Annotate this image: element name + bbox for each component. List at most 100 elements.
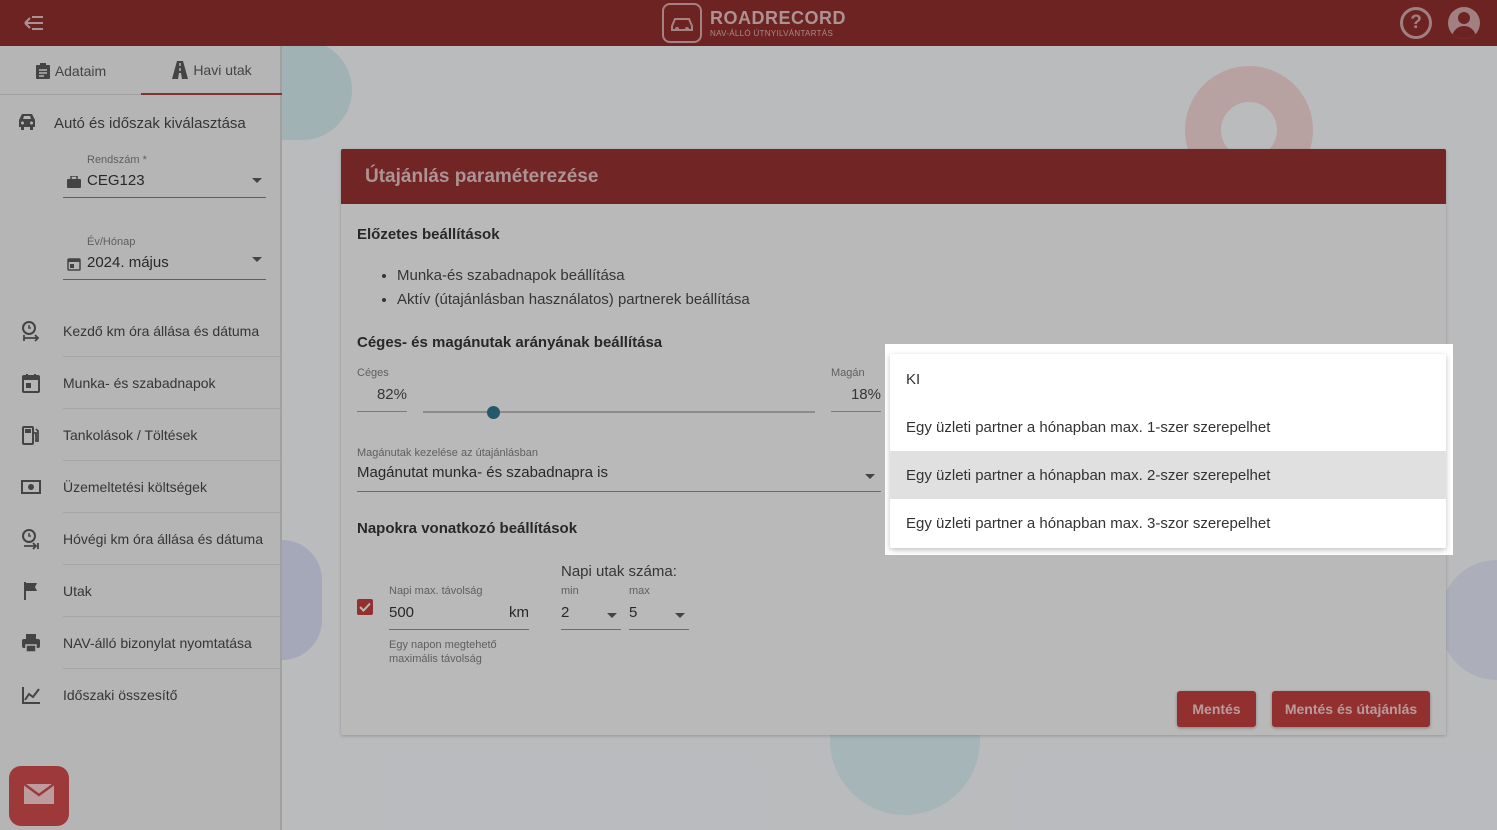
partner-limit-menu: KI Egy üzleti partner a hónapban max. 1-…	[890, 354, 1446, 548]
road-icon	[171, 60, 189, 79]
month-value: 2024. május	[87, 254, 169, 271]
min-trips-value: 2	[561, 604, 570, 621]
private-handling-value: Magánutat munka- és szabadnapra is	[357, 464, 608, 481]
calendar-icon	[20, 372, 42, 394]
ratio-slider-handle[interactable]	[487, 406, 500, 419]
private-percent[interactable]: 18%	[831, 386, 881, 412]
tab-label: Havi utak	[193, 61, 252, 78]
sidebar-item-label: Hóvégi km óra állása és dátuma	[63, 531, 263, 547]
help-icon[interactable]: ?	[1400, 7, 1432, 39]
sidebar: Adataim Havi utak Autó és időszak kivála…	[0, 46, 282, 830]
chevron-down-icon	[252, 178, 262, 183]
sidebar-item-end-km[interactable]: Hóvégi km óra állása és dátuma	[0, 513, 282, 565]
clock-start-icon	[20, 320, 42, 342]
list-item[interactable]: Aktív (útajánlásban használatos) partner…	[397, 288, 750, 312]
card-title: Útajánlás paraméterezése	[365, 166, 599, 187]
plate-select[interactable]: Rendszám * CEG123	[63, 154, 266, 198]
clipboard-icon	[35, 62, 51, 80]
sidebar-item-workdays[interactable]: Munka- és szabadnapok	[0, 357, 282, 409]
chevron-down-icon	[865, 474, 875, 479]
section-title: Autó és időszak kiválasztása	[54, 114, 246, 132]
max-distance-unit: km	[509, 604, 529, 621]
sidebar-item-label: Időszaki összesítő	[63, 687, 178, 703]
app-logo: ROADRECORD NAV-ÁLLÓ ÚTNYILVÁNTARTÁS	[662, 2, 846, 44]
background-decoration	[1440, 560, 1497, 680]
mail-button[interactable]	[9, 766, 69, 826]
max-distance-input[interactable]: 500 km	[389, 604, 529, 630]
chevron-down-icon	[607, 613, 617, 618]
flag-icon	[20, 580, 42, 602]
menu-option-max-2[interactable]: Egy üzleti partner a hónapban max. 2-sze…	[890, 451, 1446, 499]
sidebar-item-label: NAV-álló bizonylat nyomtatása	[63, 635, 252, 651]
plate-label: Rendszám *	[87, 154, 147, 166]
company-label: Céges	[357, 367, 389, 379]
car-logo-icon	[662, 3, 702, 43]
max-distance-label: Napi max. távolság	[389, 585, 483, 597]
private-handling-label: Magánutak kezelése az útajánlásban	[357, 447, 539, 459]
sidebar-item-label: Munka- és szabadnapok	[63, 375, 216, 391]
sidebar-tabs: Adataim Havi utak	[0, 46, 282, 95]
top-app-bar: ROADRECORD NAV-ÁLLÓ ÚTNYILVÁNTARTÁS ?	[0, 0, 1497, 46]
max-label: max	[629, 585, 650, 597]
background-decoration	[282, 40, 352, 140]
mail-icon	[23, 782, 55, 810]
sidebar-item-label: Kezdő km óra állása és dátuma	[63, 323, 260, 339]
month-label: Év/Hónap	[87, 236, 136, 248]
calendar-small-icon	[67, 257, 81, 271]
chart-line-icon	[20, 684, 42, 706]
money-icon	[20, 476, 42, 498]
min-trips-select[interactable]: 2	[561, 604, 621, 630]
tab-havi-utak[interactable]: Havi utak	[141, 46, 282, 95]
menu-option-off[interactable]: KI	[890, 355, 1446, 403]
chevron-down-icon	[252, 257, 262, 262]
fuel-icon	[20, 424, 42, 446]
days-settings-title: Napokra vonatkozó beállítások	[357, 520, 578, 537]
ratio-slider-track[interactable]	[423, 411, 815, 413]
card-header: Útajánlás paraméterezése	[341, 149, 1446, 204]
sidebar-item-trips[interactable]: Utak	[0, 565, 282, 617]
background-decoration	[830, 735, 980, 815]
account-icon[interactable]	[1448, 7, 1480, 39]
sidebar-item-label: Utak	[63, 583, 92, 599]
vehicle-period-section: Autó és időszak kiválasztása	[16, 112, 246, 134]
max-distance-value: 500	[389, 604, 415, 621]
save-button[interactable]: Mentés	[1177, 691, 1256, 727]
prior-settings-list: Munka-és szabadnapok beállítása Aktív (ú…	[397, 264, 750, 312]
background-decoration	[282, 540, 322, 660]
company-percent[interactable]: 82%	[357, 386, 407, 412]
max-trips-value: 5	[629, 604, 638, 621]
min-label: min	[561, 585, 579, 597]
month-select[interactable]: Év/Hónap 2024. május	[63, 236, 266, 280]
list-item[interactable]: Munka-és szabadnapok beállítása	[397, 264, 750, 288]
plate-value: CEG123	[87, 172, 145, 189]
sidebar-item-label: Tankolások / Töltések	[63, 427, 198, 443]
prior-settings-title: Előzetes beállítások	[357, 226, 500, 243]
private-handling-select[interactable]: Magánutat munka- és szabadnapra is	[357, 464, 881, 492]
max-distance-checkbox[interactable]	[357, 599, 373, 615]
logo-subtitle: NAV-ÁLLÓ ÚTNYILVÁNTARTÁS	[710, 28, 834, 38]
logo-title: ROADRECORD	[710, 7, 847, 28]
daily-trips-title: Napi utak száma:	[561, 563, 677, 580]
max-trips-select[interactable]: 5	[629, 604, 689, 630]
save-and-plan-button[interactable]: Mentés és útajánlás	[1272, 691, 1430, 727]
sidebar-item-refueling[interactable]: Tankolások / Töltések	[0, 409, 282, 461]
menu-option-max-3[interactable]: Egy üzleti partner a hónapban max. 3-szo…	[890, 499, 1446, 547]
sidebar-item-print[interactable]: NAV-álló bizonylat nyomtatása	[0, 617, 282, 669]
sidebar-item-summary[interactable]: Időszaki összesítő	[0, 669, 282, 721]
ratio-title: Céges- és magánutak arányának beállítása	[357, 334, 663, 351]
clock-end-icon	[20, 528, 42, 550]
menu-option-max-1[interactable]: Egy üzleti partner a hónapban max. 1-sze…	[890, 403, 1446, 451]
sidebar-item-start-km[interactable]: Kezdő km óra állása és dátuma	[0, 305, 282, 357]
printer-icon	[20, 632, 42, 654]
briefcase-icon	[67, 175, 81, 189]
sidebar-item-label: Üzemeltetési költségek	[63, 479, 207, 495]
tab-adataim[interactable]: Adataim	[0, 46, 141, 95]
car-icon	[16, 112, 38, 134]
chevron-down-icon	[675, 613, 685, 618]
sidebar-item-costs[interactable]: Üzemeltetési költségek	[0, 461, 282, 513]
private-label: Magán	[831, 367, 865, 379]
max-distance-hint: Egy napon megtehető maximális távolság	[389, 639, 497, 665]
tab-label: Adataim	[54, 62, 107, 79]
dropdown-panel: KI Egy üzleti partner a hónapban max. 1-…	[885, 344, 1453, 555]
collapse-menu-icon[interactable]	[20, 10, 48, 36]
